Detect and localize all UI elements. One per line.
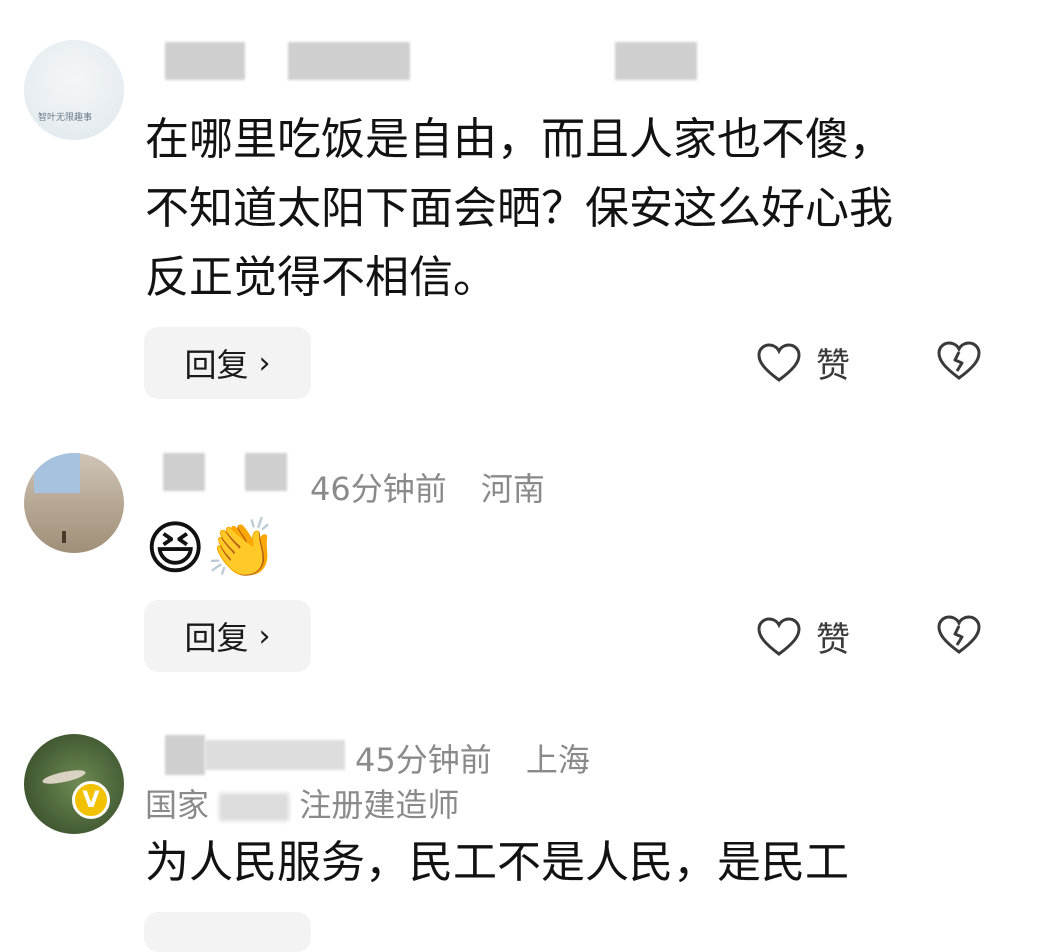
comment-item: 46分钟前 河南 😆👏 回复 › 赞 [0, 420, 1046, 690]
like-label: 赞 [816, 346, 850, 386]
user-title-left: 国家 [145, 786, 210, 824]
broken-heart-icon [937, 615, 981, 654]
reply-label: 回复 [184, 619, 249, 657]
username-blurred-2 [205, 740, 345, 770]
avatar-caption: 智叶无限趣事 [38, 113, 93, 123]
emoji-row: 😆👏 [145, 513, 278, 583]
comment-text: 为人民服务，民工不是人民，是民工 [145, 837, 849, 888]
like-label: 赞 [816, 620, 850, 660]
username-blurred-2 [245, 453, 287, 491]
avatar[interactable] [24, 734, 124, 834]
dislike-button[interactable] [936, 340, 982, 386]
comment-time: 45分钟前 [355, 741, 492, 779]
comment-text-line: 反正觉得不相信。 [145, 252, 497, 303]
username-blurred[interactable] [165, 42, 245, 80]
reply-button[interactable]: 回复 › [144, 327, 311, 399]
chevron-right-icon: › [258, 618, 271, 654]
reply-button-partial[interactable] [144, 912, 311, 952]
comment-location: 河南 [480, 470, 545, 508]
like-button[interactable]: 赞 [756, 612, 850, 661]
comment-item: 智叶无限趣事 在哪里吃饭是自由，而且人家也不傻， 不知道太阳下面会晒？保安这么好… [0, 0, 1046, 420]
comment-item: V 45分钟前 上海 国家 注册建造师 为人民服务，民工不是人民，是民工 [0, 690, 1046, 952]
comment-meta: 46分钟前 河南 [310, 464, 545, 510]
heart-outline-icon [757, 342, 801, 382]
avatar[interactable] [24, 453, 124, 553]
chevron-right-icon: › [258, 345, 271, 381]
user-title: 国家 注册建造师 [145, 780, 459, 826]
heart-outline-icon [757, 616, 801, 656]
comment-time: 46分钟前 [310, 470, 447, 508]
reply-label: 回复 [184, 346, 249, 384]
reply-button[interactable]: 回复 › [144, 600, 311, 672]
comment-text-line: 不知道太阳下面会晒？保安这么好心我 [145, 183, 893, 234]
user-title-right: 注册建造师 [299, 786, 460, 824]
meta-blurred [615, 42, 697, 80]
dislike-button[interactable] [936, 614, 982, 660]
comment-text-line: 在哪里吃饭是自由，而且人家也不傻， [145, 114, 893, 165]
verified-v-badge-icon: V [72, 781, 110, 819]
avatar[interactable]: 智叶无限趣事 [24, 40, 124, 140]
broken-heart-icon [937, 341, 981, 380]
user-title-blurred [219, 793, 290, 821]
username-blurred[interactable] [163, 453, 205, 491]
comment-location: 上海 [525, 741, 590, 779]
comment-meta: 45分钟前 上海 [355, 735, 590, 781]
username-blurred-2 [288, 42, 410, 80]
laughing-emoji-icon: 😆 [145, 514, 206, 582]
username-blurred[interactable] [165, 735, 205, 775]
clapping-hands-emoji-icon: 👏 [205, 514, 278, 582]
comment-text: 在哪里吃饭是自由，而且人家也不傻， 不知道太阳下面会晒？保安这么好心我 反正觉得… [145, 105, 1005, 312]
badge-label: V [82, 787, 100, 813]
like-button[interactable]: 赞 [756, 338, 850, 387]
